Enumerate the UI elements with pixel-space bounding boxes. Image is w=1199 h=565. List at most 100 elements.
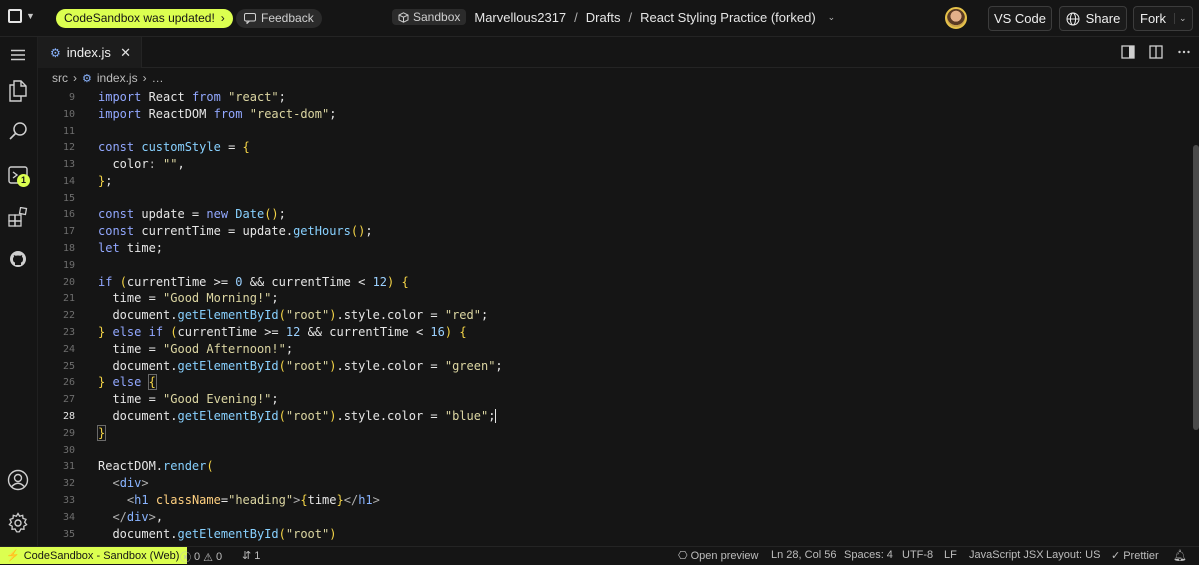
chat-bubble-icon — [244, 13, 256, 24]
line-number: 16 — [62, 209, 75, 220]
ports-indicator[interactable]: ⇵ 1 — [242, 549, 260, 563]
github-icon[interactable] — [6, 247, 30, 271]
code-line[interactable]: const customStyle = { — [98, 139, 250, 156]
hamburger-menu-icon[interactable] — [6, 43, 30, 67]
code-line[interactable]: const update = new Date(); — [98, 206, 286, 223]
code-line[interactable]: document.getElementById("root").style.co… — [98, 358, 502, 375]
close-icon[interactable]: ✕ — [120, 45, 131, 61]
code-line[interactable]: import React from "react"; — [98, 89, 286, 106]
search-icon[interactable] — [6, 119, 30, 143]
extensions-icon[interactable] — [6, 205, 30, 229]
code-line[interactable]: let time; — [98, 240, 163, 257]
share-button-label: Share — [1085, 11, 1121, 26]
tab-index-js[interactable]: ⚙ index.js ✕ — [38, 37, 142, 68]
code-line[interactable]: ReactDOM.render( — [98, 458, 214, 475]
line-number: 12 — [62, 142, 75, 153]
path-file[interactable]: index.js — [97, 71, 138, 85]
code-line[interactable]: if (currentTime >= 0 && currentTime < 12… — [98, 274, 409, 291]
line-number: 30 — [62, 445, 75, 456]
line-number: 18 — [62, 243, 75, 254]
account-icon[interactable] — [6, 468, 30, 492]
breadcrumb-project[interactable]: React Styling Practice (forked) — [640, 10, 816, 25]
editor-scrollbar[interactable] — [1193, 145, 1199, 430]
breadcrumb-user[interactable]: Marvellous2317 — [474, 10, 566, 25]
project-dropdown-icon[interactable]: ⌄ — [828, 12, 836, 23]
code-line[interactable]: import ReactDOM from "react-dom"; — [98, 106, 336, 123]
path-folder[interactable]: src — [52, 71, 68, 85]
breadcrumb-separator: / — [628, 9, 633, 25]
code-line[interactable]: } else if (currentTime >= 12 && currentT… — [98, 324, 467, 341]
prettier-label: Prettier — [1123, 549, 1159, 562]
file-breadcrumb: src › ⚙ index.js › … — [38, 68, 1199, 88]
tab-label: index.js — [66, 45, 111, 60]
top-bar: ▼ CodeSandbox was updated! › Feedback Sa… — [0, 0, 1199, 37]
code-line[interactable]: color: "", — [98, 156, 184, 173]
avatar[interactable] — [945, 7, 967, 29]
update-notice[interactable]: CodeSandbox was updated! › — [56, 9, 233, 28]
line-number: 14 — [62, 176, 75, 187]
chevron-down-icon: ▼ — [26, 11, 35, 21]
code-line-current[interactable]: document.getElementById("root").style.co… — [98, 408, 497, 425]
code-line[interactable]: time = "Good Evening!"; — [98, 391, 278, 408]
main-menu-button[interactable]: ▼ — [8, 9, 35, 23]
line-number: 27 — [62, 394, 75, 405]
feedback-button[interactable]: Feedback — [236, 9, 322, 28]
line-number: 31 — [62, 461, 75, 472]
line-number: 22 — [62, 310, 75, 321]
code-editor[interactable]: 9 import React from "react"; 10 import Rea… — [38, 88, 1199, 546]
code-line[interactable]: }; — [98, 173, 112, 190]
fork-dropdown-icon[interactable]: ⌄ — [1174, 13, 1187, 24]
code-line[interactable]: time = "Good Afternoon!"; — [98, 341, 293, 358]
vscode-button-label: VS Code — [993, 11, 1047, 26]
notifications-bell-icon[interactable]: 🔔︎ — [1173, 549, 1187, 562]
more-actions-icon[interactable] — [1177, 45, 1191, 59]
tab-actions — [1121, 45, 1191, 59]
indentation-setting[interactable]: Spaces: 4 — [844, 549, 893, 561]
settings-gear-icon[interactable] — [6, 511, 30, 535]
split-editor-icon[interactable] — [1149, 45, 1163, 59]
fork-button[interactable]: Fork ⌄ — [1133, 6, 1193, 31]
keyboard-layout[interactable]: Layout: US — [1046, 549, 1100, 561]
eol-setting[interactable]: LF — [944, 549, 957, 561]
explorer-files-icon[interactable] — [6, 79, 30, 103]
breadcrumb-folder[interactable]: Drafts — [586, 10, 621, 25]
chevron-right-icon: › — [73, 71, 77, 85]
code-line[interactable]: </div>, — [98, 509, 163, 526]
code-line[interactable]: } — [96, 425, 107, 442]
line-number: 29 — [62, 428, 75, 439]
code-line[interactable]: <div> — [98, 475, 148, 492]
toggle-panel-icon[interactable] — [1121, 45, 1135, 59]
vscode-button[interactable]: VS Code — [988, 6, 1052, 31]
language-mode[interactable]: JavaScript JSX — [969, 549, 1044, 561]
code-line[interactable]: document.getElementById("root") — [98, 526, 336, 543]
line-number: 25 — [62, 361, 75, 372]
path-more[interactable]: … — [152, 71, 164, 85]
open-preview-button[interactable]: ⎔ Open preview — [678, 549, 758, 563]
problems-indicator[interactable]: ⓧ 0 ⚠ 0 — [180, 549, 222, 565]
line-number: 19 — [62, 260, 75, 271]
cursor-position[interactable]: Ln 28, Col 56 — [771, 549, 836, 561]
prettier-status[interactable]: ✓ Prettier — [1111, 549, 1159, 563]
encoding-setting[interactable]: UTF-8 — [902, 549, 933, 561]
error-count: 0 — [194, 551, 201, 563]
update-notice-label: CodeSandbox was updated! — [64, 11, 215, 25]
check-icon: ✓ — [1111, 550, 1121, 562]
chevron-right-icon: › — [220, 11, 225, 25]
preview-icon: ⎔ — [678, 550, 688, 562]
ports-icon: ⇵ — [242, 550, 252, 562]
line-number-current: 28 — [62, 411, 75, 422]
code-line[interactable]: } else { — [98, 374, 157, 391]
code-line[interactable]: <h1 className="heading">{time}</h1> — [98, 492, 380, 509]
chevron-right-icon: › — [142, 71, 147, 85]
remote-indicator[interactable]: ⚡ CodeSandbox - Sandbox (Web) — [0, 547, 188, 564]
feedback-label: Feedback — [261, 11, 314, 25]
error-icon: ⓧ — [180, 552, 191, 564]
code-line[interactable]: time = "Good Morning!"; — [98, 290, 278, 307]
line-number: 17 — [62, 226, 75, 237]
code-line[interactable]: document.getElementById("root").style.co… — [98, 307, 488, 324]
code-line[interactable]: const currentTime = update.getHours(); — [98, 223, 373, 240]
cube-icon — [398, 11, 409, 23]
share-button[interactable]: Share — [1059, 6, 1127, 31]
line-number: 10 — [62, 109, 75, 120]
remote-icon: ⚡ — [6, 550, 20, 562]
